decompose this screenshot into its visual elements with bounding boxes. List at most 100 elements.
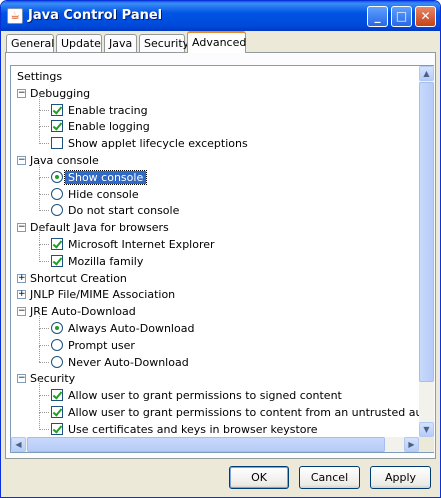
setting-label: Hide console (68, 187, 139, 201)
vertical-scrollbar[interactable]: ▲ ▼ (419, 66, 434, 437)
minimize-button[interactable]: _ (367, 6, 388, 27)
radio-checked-icon[interactable] (51, 322, 63, 334)
tree-connector (39, 344, 49, 346)
ok-button[interactable]: OK (229, 466, 289, 489)
tree-root-text: Settings (17, 70, 63, 83)
setting-label: Microsoft Internet Explorer (68, 238, 215, 251)
tree-connector (39, 176, 49, 178)
setting-checkbox-item[interactable]: Use certificates and keys in browser key… (68, 421, 318, 436)
tree-group-label: Shortcut Creation (30, 271, 127, 285)
setting-label: Show applet lifecycle exceptions (68, 137, 248, 151)
expand-icon[interactable]: + (17, 273, 26, 283)
radio-unchecked-icon[interactable] (51, 187, 63, 200)
setting-checkbox-item[interactable]: Enable tracing (68, 102, 148, 119)
tab-general[interactable]: General (6, 34, 54, 53)
close-button[interactable]: ✕ (415, 6, 436, 27)
checkbox-checked-icon[interactable] (51, 103, 63, 116)
java-control-panel-window: ☕ Java Control Panel _ □ ✕ General Updat… (0, 0, 441, 498)
setting-label: Do not start console (68, 204, 180, 218)
tree-group-4[interactable]: Java console (30, 152, 99, 169)
maximize-button[interactable]: □ (391, 6, 412, 27)
setting-radio-item[interactable]: Never Auto-Download (68, 354, 189, 371)
collapse-icon[interactable]: − (17, 307, 26, 317)
tree-connector (39, 260, 49, 262)
scroll-down-icon[interactable]: ▼ (419, 422, 434, 437)
setting-label: Mozilla family (68, 254, 144, 268)
radio-unchecked-icon[interactable] (51, 338, 63, 351)
setting-label: Enable logging (68, 120, 150, 134)
scroll-left-icon[interactable]: ◀ (11, 437, 26, 452)
checkbox-checked-icon[interactable] (51, 389, 63, 402)
tree-connector (39, 93, 40, 111)
setting-radio-item[interactable]: Prompt user (68, 337, 135, 354)
checkbox-checked-icon[interactable] (51, 406, 63, 418)
tree-connector (39, 177, 40, 195)
radio-unchecked-icon[interactable] (51, 204, 63, 217)
setting-label: Allow user to grant permissions to signe… (68, 389, 342, 403)
setting-checkbox-item[interactable]: Allow user to grant permissions to conte… (68, 404, 419, 421)
tree-connector (39, 210, 49, 212)
setting-radio-item[interactable]: Show console (63, 169, 148, 186)
tree-connector (39, 110, 40, 128)
checkbox-checked-icon[interactable] (51, 238, 63, 250)
settings-tree-body: Settings − Debugging Enable tracing Enable l… (11, 66, 419, 436)
tab-bar: General Update Java Security Advanced (5, 31, 437, 53)
tree-connector (39, 143, 49, 145)
setting-label: Allow user to grant permissions to conte… (68, 406, 419, 419)
tree-connector (39, 194, 40, 212)
radio-checked-icon[interactable] (51, 170, 63, 183)
vertical-scroll-thumb[interactable] (419, 82, 434, 382)
tree-connector (39, 244, 49, 245)
tree-connector (39, 244, 40, 262)
settings-tree: Settings − Debugging Enable tracing Enable l… (10, 65, 434, 453)
setting-radio-item[interactable]: Hide console (68, 186, 139, 203)
horizontal-scroll-thumb[interactable] (27, 437, 385, 452)
checkbox-unchecked-icon[interactable] (51, 137, 63, 150)
tree-group-17[interactable]: Security (30, 370, 75, 387)
setting-checkbox-item[interactable]: Enable logging (68, 118, 150, 135)
tree-connector (39, 412, 49, 413)
tree-connector (39, 345, 40, 363)
scroll-right-icon[interactable]: ▶ (404, 437, 419, 452)
setting-label: Use certificates and keys in browser key… (68, 422, 318, 436)
tree-connector (39, 160, 40, 178)
title-bar[interactable]: ☕ Java Control Panel _ □ ✕ (1, 1, 440, 31)
collapse-icon[interactable]: − (17, 223, 26, 233)
cancel-button[interactable]: Cancel (299, 466, 360, 489)
apply-button[interactable]: Apply (370, 466, 431, 489)
setting-label: Show console (63, 169, 148, 185)
tree-connector (39, 379, 40, 396)
setting-label: Enable tracing (68, 103, 148, 117)
tree-group-11[interactable]: Shortcut Creation (30, 270, 127, 287)
setting-checkbox-item[interactable]: Mozilla family (68, 253, 143, 270)
setting-checkbox-item[interactable]: Allow user to grant permissions to signe… (68, 387, 342, 404)
tab-java[interactable]: Java (104, 34, 137, 53)
scroll-up-icon[interactable]: ▲ (419, 66, 434, 81)
setting-label: Never Auto-Download (68, 355, 189, 369)
tree-group-12[interactable]: JNLP File/MIME Association (30, 286, 175, 303)
setting-checkbox-item[interactable]: Microsoft Internet Explorer (68, 236, 215, 253)
collapse-icon[interactable]: − (17, 156, 26, 165)
collapse-icon[interactable]: − (17, 88, 26, 98)
collapse-icon[interactable]: − (17, 374, 26, 384)
radio-unchecked-icon[interactable] (51, 355, 63, 368)
tree-group-13[interactable]: JRE Auto-Download (30, 303, 136, 320)
horizontal-scrollbar[interactable]: ◀ ▶ (11, 437, 419, 452)
checkbox-checked-icon[interactable] (51, 422, 63, 435)
tree-connector (39, 109, 49, 111)
setting-radio-item[interactable]: Do not start console (68, 202, 179, 219)
expand-icon[interactable]: + (17, 290, 26, 300)
tab-security[interactable]: Security (139, 34, 189, 53)
tree-group-label: Default Java for browsers (30, 221, 169, 235)
tree-connector (39, 428, 49, 430)
tree-connector (39, 312, 40, 329)
window-title: Java Control Panel (28, 8, 163, 23)
tree-connector (39, 126, 49, 128)
setting-radio-item[interactable]: Always Auto-Download (68, 320, 194, 337)
checkbox-checked-icon[interactable] (51, 254, 63, 267)
tab-update[interactable]: Update (56, 34, 102, 53)
setting-checkbox-item[interactable]: Show applet lifecycle exceptions (68, 135, 248, 152)
tab-advanced[interactable]: Advanced (187, 31, 246, 53)
checkbox-checked-icon[interactable] (51, 120, 63, 133)
tree-group-8[interactable]: Default Java for browsers (30, 219, 169, 236)
